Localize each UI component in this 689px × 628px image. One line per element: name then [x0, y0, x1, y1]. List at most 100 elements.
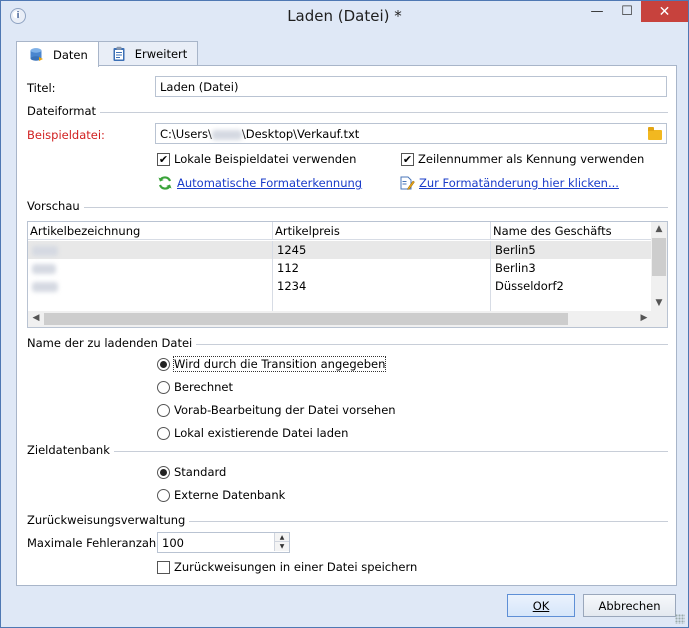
radio-standard-label: Standard: [174, 465, 227, 479]
section-target-db-label: Zieldatenbank: [27, 443, 110, 457]
radio-external-db-label: Externe Datenbank: [174, 488, 286, 502]
radio-external-db[interactable]: Externe Datenbank: [157, 488, 285, 502]
tab-erweitert-label: Erweitert: [134, 47, 188, 61]
save-rejects-box: [157, 560, 170, 574]
section-rejects: Zurückweisungsverwaltung: [27, 513, 668, 527]
tab-bar: Daten Erweitert: [16, 41, 199, 67]
title-input[interactable]: Laden (Datei): [155, 76, 667, 97]
table-row[interactable]: 1234 Düsseldorf2: [28, 277, 652, 295]
radio-berechnet[interactable]: Berechnet: [157, 380, 233, 394]
browse-folder-button[interactable]: [645, 125, 665, 143]
maximize-button[interactable]: ☐: [613, 1, 641, 22]
title-label: Titel:: [27, 81, 56, 95]
column-header-name-des-geschaefts[interactable]: Name des Geschäfts: [491, 222, 652, 240]
auto-format-link-row: Automatische Formaterkennung: [157, 175, 362, 191]
redacted-username: [211, 129, 242, 140]
radio-transition[interactable]: Wird durch die Transition angegeben: [157, 356, 387, 372]
scroll-down-icon[interactable]: ▼: [651, 298, 667, 308]
section-dateiformat-label: Dateiformat: [27, 104, 97, 118]
radio-berechnet-label: Berechnet: [174, 380, 233, 394]
radio-preprocessing-button: [157, 403, 170, 417]
radio-local-file-button: [157, 426, 170, 440]
scroll-left-icon[interactable]: ◀: [28, 313, 44, 323]
preview-horizontal-scrollbar[interactable]: ◀ ▶: [28, 311, 667, 327]
table-row-empty: [28, 295, 652, 311]
cancel-button-label: Abbrechen: [598, 598, 661, 613]
max-errors-value: 100: [162, 536, 184, 550]
table-cell: [28, 277, 273, 295]
local-sample-label: Lokale Beispieldatei verwenden: [174, 152, 357, 166]
database-icon: [29, 47, 45, 63]
table-cell: [273, 295, 491, 311]
preview-grid[interactable]: Artikelbezeichnung Artikelpreis Name des…: [27, 221, 668, 328]
preview-vertical-scrollbar[interactable]: ▲ ▼: [651, 222, 667, 311]
rownum-id-checkmark: ✔: [401, 152, 414, 166]
tab-erweitert[interactable]: Erweitert: [97, 41, 199, 66]
preview-grid-header: Artikelbezeichnung Artikelpreis Name des…: [28, 222, 652, 240]
redacted-value: [32, 263, 56, 274]
sample-file-label: Beispieldatei:: [27, 128, 105, 142]
radio-preprocessing-label: Vorab-Bearbeitung der Datei vorsehen: [174, 403, 396, 417]
table-cell: Düsseldorf2: [495, 279, 564, 293]
table-row[interactable]: 112 Berlin3: [28, 259, 652, 277]
folder-icon: [648, 126, 662, 140]
radio-local-file[interactable]: Lokal existierende Datei laden: [157, 426, 348, 440]
table-cell: [28, 295, 273, 311]
table-row[interactable]: 1245 Berlin5: [28, 241, 652, 259]
section-target-db: Zieldatenbank: [27, 443, 668, 457]
section-rejects-label: Zurückweisungsverwaltung: [27, 513, 186, 527]
local-sample-checkbox[interactable]: ✔ Lokale Beispieldatei verwenden: [157, 152, 356, 166]
radio-standard[interactable]: Standard: [157, 465, 226, 479]
auto-format-link[interactable]: Automatische Formaterkennung: [177, 176, 362, 190]
tab-daten[interactable]: Daten: [16, 41, 99, 67]
rownum-id-label: Zeilennummer als Kennung verwenden: [418, 152, 645, 166]
table-cell: Berlin5: [495, 243, 536, 257]
sample-file-input[interactable]: C:\Users\ \Desktop\Verkauf.txt: [155, 123, 667, 144]
title-bar[interactable]: i Laden (Datei) * — ☐ ✕: [1, 1, 688, 31]
horizontal-scroll-thumb[interactable]: [44, 313, 568, 325]
section-vorschau: Vorschau: [27, 199, 668, 213]
cancel-button[interactable]: Abbrechen: [583, 594, 676, 617]
save-rejects-checkbox[interactable]: Zurückweisungen in einer Datei speichern: [157, 560, 417, 574]
table-cell: [28, 241, 273, 259]
section-vorschau-label: Vorschau: [27, 199, 80, 213]
close-button[interactable]: ✕: [641, 1, 688, 22]
dialog-window: i Laden (Datei) * — ☐ ✕ Daten Erweitert …: [0, 0, 689, 628]
tab-panel-daten: Titel: Laden (Datei) Dateiformat Beispie…: [16, 65, 677, 586]
section-load-file-label: Name der zu ladenden Datei: [27, 336, 193, 350]
radio-external-db-button: [157, 488, 170, 502]
table-cell: Berlin3: [495, 261, 536, 275]
radio-standard-button: [157, 465, 170, 479]
edit-document-icon: [399, 175, 415, 191]
radio-berechnet-button: [157, 380, 170, 394]
sample-file-path-prefix: C:\Users\: [160, 127, 212, 141]
ok-button-label: OK: [532, 598, 550, 613]
resize-grip[interactable]: [675, 614, 685, 624]
section-load-file: Name der zu ladenden Datei: [27, 336, 668, 350]
column-header-artikelpreis[interactable]: Artikelpreis: [273, 222, 491, 240]
ok-button[interactable]: OK: [507, 594, 575, 617]
stepper-up-icon[interactable]: ▲: [274, 533, 289, 542]
change-format-link[interactable]: Zur Formatänderung hier klicken...: [419, 176, 619, 190]
save-rejects-label: Zurückweisungen in einer Datei speichern: [174, 560, 418, 574]
scroll-right-icon[interactable]: ▶: [636, 313, 652, 323]
max-errors-label: Maximale Fehleranzahl:: [27, 536, 164, 550]
table-cell: [28, 259, 273, 277]
table-cell: [491, 295, 652, 311]
change-format-link-row: Zur Formatänderung hier klicken...: [399, 175, 619, 191]
stepper-down-icon[interactable]: ▼: [274, 542, 289, 551]
radio-transition-button: [157, 357, 170, 371]
max-errors-stepper[interactable]: 100 ▲ ▼: [157, 532, 290, 553]
table-cell: 112: [273, 259, 491, 277]
minimize-button[interactable]: —: [583, 1, 611, 22]
radio-preprocessing[interactable]: Vorab-Bearbeitung der Datei vorsehen: [157, 403, 396, 417]
radio-transition-label: Wird durch die Transition angegeben: [172, 356, 387, 372]
clipboard-icon: [111, 46, 127, 62]
section-dateiformat: Dateiformat: [27, 104, 668, 118]
scroll-up-icon[interactable]: ▲: [651, 224, 667, 234]
table-cell: 1234: [273, 277, 491, 295]
vertical-scroll-thumb[interactable]: [652, 238, 666, 276]
rownum-id-checkbox[interactable]: ✔ Zeilennummer als Kennung verwenden: [401, 152, 644, 166]
column-header-artikelbezeichnung[interactable]: Artikelbezeichnung: [28, 222, 273, 240]
local-sample-checkmark: ✔: [157, 152, 170, 166]
